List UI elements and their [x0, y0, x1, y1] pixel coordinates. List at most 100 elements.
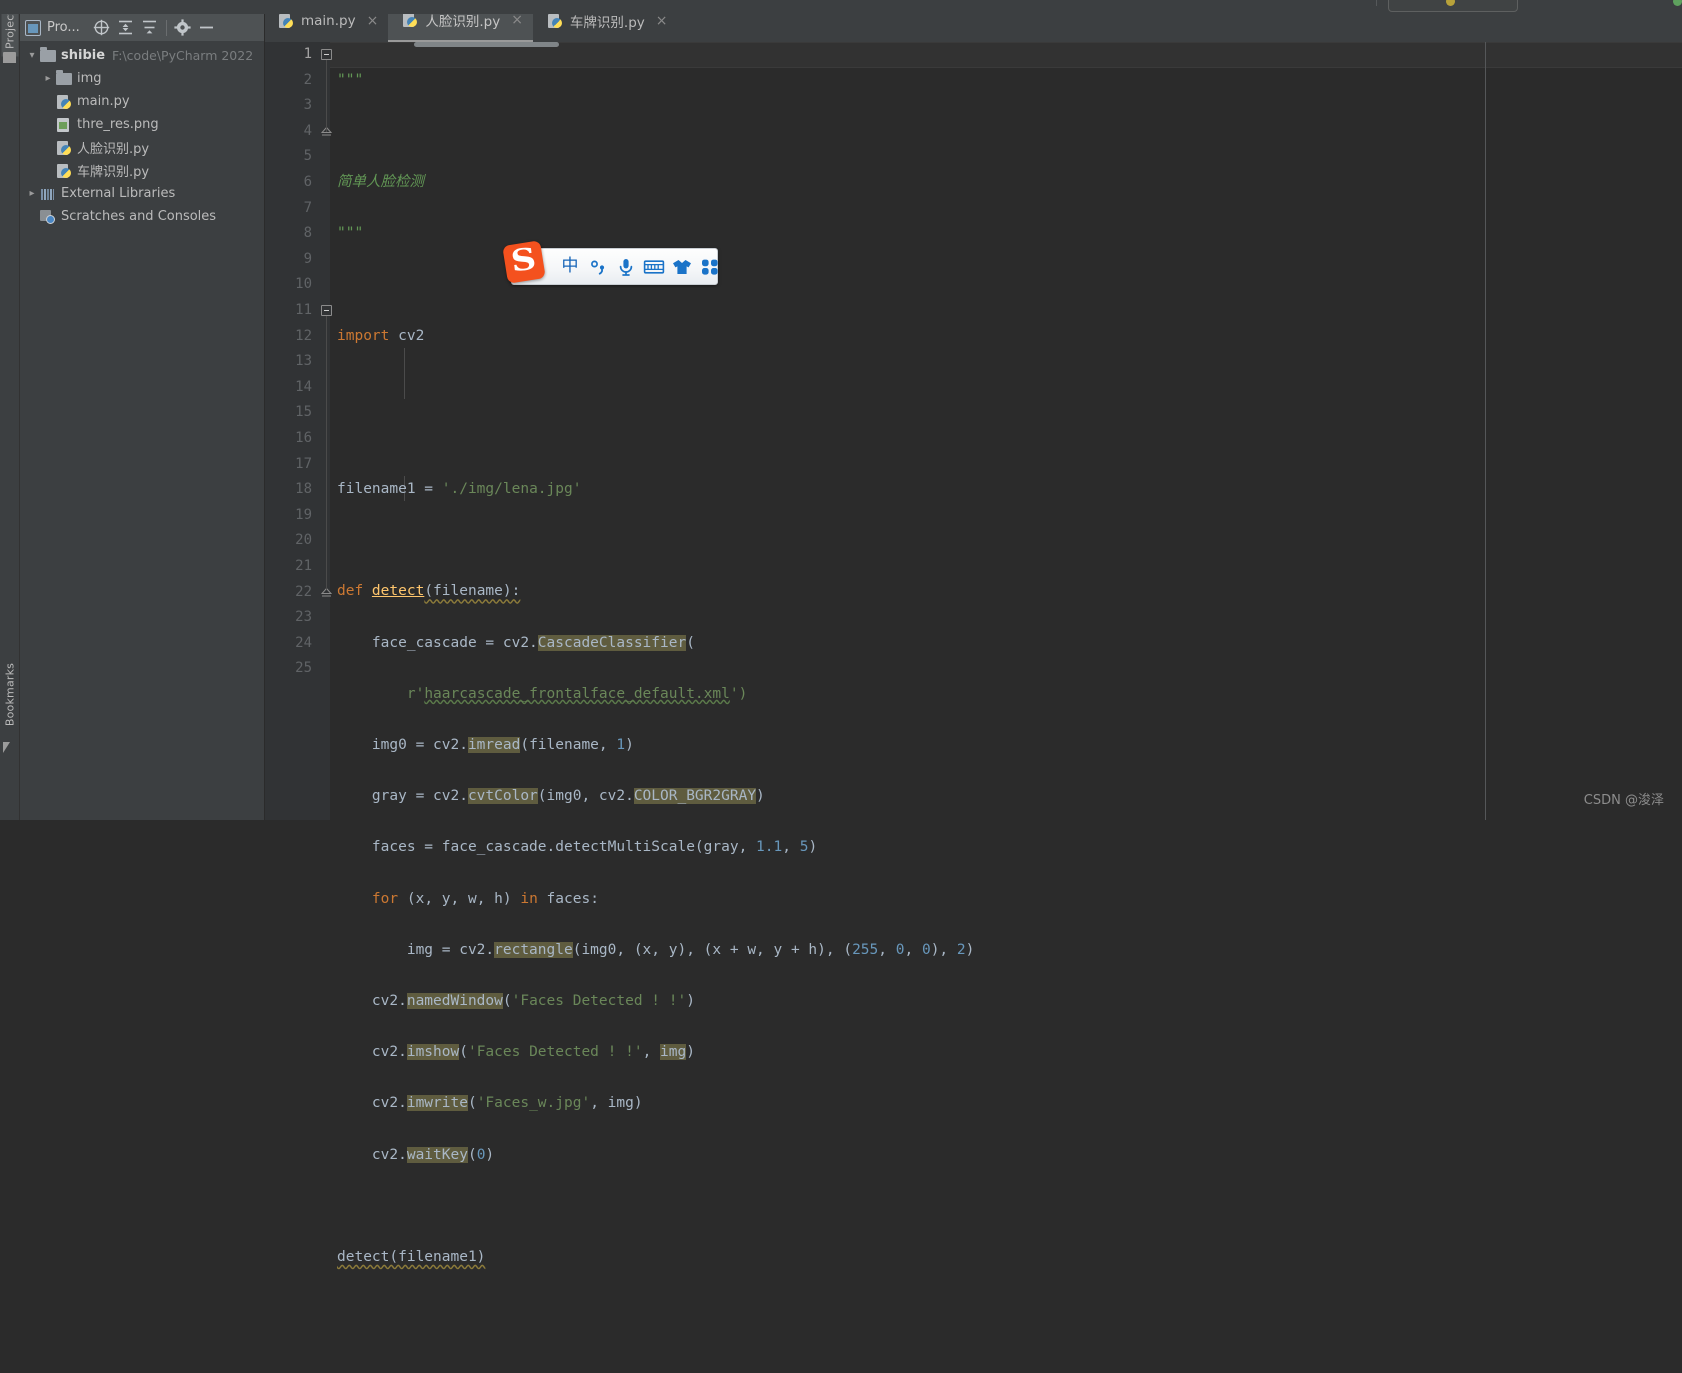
skin-icon[interactable]: [668, 249, 696, 284]
code-line-22: cv2.waitKey(0): [337, 1146, 495, 1163]
line-number-gutter: 1 2 3 4 5 6 7 8 9 10 11 12 13 14 15 16 1…: [264, 42, 333, 820]
tree-item-chepai-py[interactable]: 车牌识别.py: [19, 159, 264, 182]
line-number: 1: [303, 46, 312, 62]
line-number: 17: [295, 455, 312, 472]
tree-item-thre-res-png[interactable]: thre_res.png: [19, 113, 264, 136]
close-icon[interactable]: ×: [656, 14, 668, 28]
code-editor[interactable]: 1 2 3 4 5 6 7 8 9 10 11 12 13 14 15 16 1…: [264, 42, 1682, 1265]
fold-guide-docstring: [326, 60, 327, 132]
select-opened-file-icon[interactable]: [90, 17, 114, 39]
python-file-icon: [547, 13, 563, 29]
line-number: 25: [295, 660, 312, 677]
tree-item-shibie[interactable]: ▾ shibie F:\code\PyCharm 2022: [19, 44, 264, 67]
code-line-12: face_cascade = cv2.CascadeClassifier(: [337, 634, 695, 651]
image-file-icon: [56, 117, 72, 133]
chinese-mode-icon[interactable]: 中: [556, 249, 584, 284]
line-number: 16: [295, 430, 312, 446]
code-line-20: cv2.imshow('Faces Detected ! !', img): [337, 1044, 695, 1061]
tree-item-scratches-and-consoles[interactable]: Scratches and Consoles: [19, 205, 264, 228]
tree-item-label: shibie: [61, 48, 106, 63]
line-number: 9: [303, 250, 312, 267]
line-number: 22: [295, 583, 312, 600]
line-number: 12: [295, 327, 312, 344]
ide-window: Project Bookmarks Pro... ▾ shibie F:\cod…: [0, 0, 1682, 1265]
chevron-down-icon[interactable]: ▾: [25, 49, 39, 63]
sidebar-tab-bookmarks[interactable]: Bookmarks: [4, 659, 17, 731]
voice-input-icon[interactable]: [612, 249, 640, 284]
code-line-24: detect(filename1): [337, 1248, 486, 1265]
close-icon[interactable]: ×: [511, 13, 523, 27]
tab-label: main.py: [301, 13, 356, 29]
line-number: 4: [303, 122, 312, 139]
line-number: 18: [295, 481, 312, 498]
tree-item-path: F:\code\PyCharm 2022: [112, 48, 254, 63]
soft-keyboard-icon[interactable]: [640, 249, 668, 284]
tree-item-main-py[interactable]: main.py: [19, 90, 264, 113]
library-icon: [40, 186, 56, 202]
fold-guide-function: [326, 316, 327, 590]
scratches-icon: [40, 209, 56, 225]
code-line-1: """: [337, 71, 364, 88]
project-panel-header: Pro...: [19, 14, 264, 41]
code-line-16: faces = face_cascade.detectMultiScale(gr…: [337, 839, 818, 856]
sogou-logo-icon[interactable]: S: [502, 240, 546, 284]
code-line-6: import cv2: [337, 327, 425, 344]
code-content[interactable]: """ 简单人脸检测 """ import cv2 filename1 = '.…: [330, 42, 1682, 1265]
tree-item-label: External Libraries: [61, 186, 176, 201]
header-separator: [165, 19, 167, 36]
line-number: 23: [295, 609, 312, 626]
code-line-18: img = cv2.rectangle(img0, (x, y), (x + w…: [337, 941, 975, 958]
toolbox-icon[interactable]: [696, 249, 724, 284]
line-number: 5: [303, 148, 312, 165]
line-number: 15: [295, 404, 312, 421]
gear-icon[interactable]: [171, 17, 195, 39]
line-number: 14: [295, 378, 312, 395]
chinese-mode-label: 中: [561, 256, 579, 276]
tree-item-renlian-py[interactable]: 人脸识别.py: [19, 136, 264, 159]
tree-item-external-libraries[interactable]: ▸ External Libraries: [19, 182, 264, 205]
minimize-icon[interactable]: [195, 17, 219, 39]
window-chrome-strip: [0, 0, 1682, 14]
code-line-9: filename1 = './img/lena.jpg': [337, 481, 582, 498]
folder-icon: [56, 69, 72, 85]
project-window-icon: [25, 19, 41, 36]
code-line-13: r'haarcascade_frontalface_default.xml'): [406, 685, 748, 702]
code-line-3: 简单人脸检测: [337, 173, 424, 190]
collapse-all-icon[interactable]: [138, 17, 162, 39]
line-number: 19: [295, 506, 312, 523]
python-file-icon: [56, 163, 72, 179]
code-line-21: cv2.imwrite('Faces_w.jpg', img): [337, 1095, 643, 1112]
code-line-14: img0 = cv2.imread(filename, 1): [337, 737, 634, 754]
editor-area: main.py × 人脸识别.py × 车牌识别.py × 1 2 3 4 5 …: [264, 0, 1682, 1265]
code-line-17: for (x, y, w, h) in faces:: [371, 890, 599, 907]
line-number: 10: [295, 276, 312, 293]
tree-item-img[interactable]: ▸ img: [19, 67, 264, 90]
chrome-status-dot-secondary: [1673, 0, 1682, 6]
line-number: 2: [303, 71, 312, 88]
tree-item-label: 人脸识别.py: [77, 142, 150, 157]
tree-item-label: 车牌识别.py: [77, 165, 150, 180]
chevron-right-icon[interactable]: ▸: [25, 187, 39, 201]
python-file-icon: [278, 13, 294, 29]
close-icon[interactable]: ×: [367, 14, 379, 28]
bookmark-icon: [3, 742, 17, 753]
line-number: 8: [303, 225, 312, 242]
line-number: 6: [303, 174, 312, 190]
line-number: 7: [303, 199, 312, 216]
editor-split-line: [1485, 42, 1486, 820]
python-file-icon: [56, 140, 72, 156]
punctuation-mode-icon[interactable]: [584, 249, 612, 284]
expand-all-icon[interactable]: [114, 17, 138, 39]
sogou-logo-letter: S: [509, 241, 539, 279]
tree-item-label: Scratches and Consoles: [61, 209, 217, 224]
project-panel-title: Pro...: [47, 20, 80, 35]
chevron-right-icon[interactable]: ▸: [41, 72, 55, 86]
python-file-icon: [402, 12, 418, 28]
code-line-19: cv2.namedWindow('Faces Detected ! !'): [337, 992, 695, 1009]
line-number: 3: [303, 97, 312, 114]
line-number: 20: [295, 532, 312, 549]
